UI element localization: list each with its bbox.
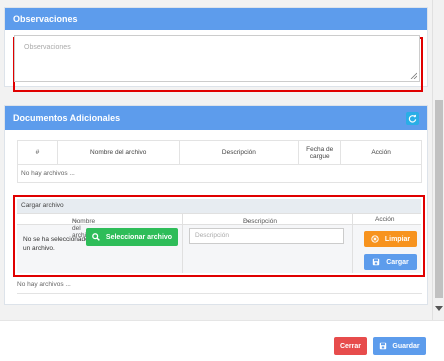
upload-column-headers: Nombre del archivo ◠ Descripción ◠ Acció… <box>17 213 421 239</box>
clear-icon <box>371 235 379 243</box>
modal-content: Observaciones Observaciones Documentos A… <box>0 0 432 320</box>
clear-button[interactable]: Limpiar <box>364 231 417 247</box>
table-row: No hay archivos ... <box>17 164 422 183</box>
documentos-header: Documentos Adicionales <box>5 106 427 130</box>
vertical-scrollbar[interactable] <box>432 0 444 320</box>
col-descripcion: Descripción <box>178 140 300 165</box>
save-label: Guardar <box>392 342 420 350</box>
observaciones-textarea[interactable]: Observaciones <box>14 35 420 82</box>
observaciones-placeholder: Observaciones <box>24 44 71 51</box>
col-accion: Acción <box>340 140 422 165</box>
column-divider <box>352 213 353 273</box>
save-button[interactable]: Guardar <box>373 337 426 355</box>
sort-icon: ◠ <box>243 219 249 226</box>
empty-table-text: No hay archivos ... <box>17 164 422 183</box>
documentos-card: Documentos Adicionales # Nombre del arch… <box>4 105 428 305</box>
upload-col-action: Acción <box>375 216 395 223</box>
search-icon <box>92 233 100 241</box>
empty-uploads-text: No hay archivos ... <box>17 281 71 288</box>
documentos-title: Documentos Adicionales <box>13 113 121 123</box>
refresh-icon[interactable] <box>406 111 419 125</box>
save-icon <box>380 342 387 350</box>
upload-section: Cargar archivo Nombre del archivo ◠ Desc… <box>17 199 421 273</box>
upload-title: Cargar archivo <box>17 199 421 213</box>
col-fecha: Fecha de cargue <box>298 140 342 165</box>
scroll-down-arrow-icon[interactable] <box>435 306 443 311</box>
divider <box>17 293 422 294</box>
col-nombre: Nombre del archivo <box>56 140 180 165</box>
select-file-label: Seleccionar archivo <box>105 233 173 241</box>
upload-section-highlight: Cargar archivo Nombre del archivo ◠ Desc… <box>13 195 425 277</box>
scrollbar-thumb[interactable] <box>435 100 443 298</box>
documents-table: # Nombre del archivo Descripción Fecha d… <box>17 140 422 183</box>
observaciones-card: Observaciones Observaciones <box>4 7 428 92</box>
load-button[interactable]: Cargar <box>364 254 417 270</box>
clear-label: Limpiar <box>384 235 411 243</box>
select-file-button[interactable]: Seleccionar archivo <box>86 228 178 246</box>
save-icon <box>373 258 380 266</box>
column-divider <box>182 213 183 273</box>
table-header-row: # Nombre del archivo Descripción Fecha d… <box>17 140 422 165</box>
no-file-selected-text: No se ha seleccionado un archivo. <box>23 236 89 252</box>
observaciones-title: Observaciones <box>13 14 78 24</box>
observaciones-header: Observaciones <box>5 8 427 30</box>
load-label: Cargar <box>386 258 409 266</box>
sort-icon: ◠ <box>72 219 78 226</box>
col-number: # <box>17 140 58 165</box>
resize-grip-icon[interactable] <box>410 72 417 79</box>
close-button[interactable]: Cerrar <box>334 337 367 355</box>
description-input[interactable]: Descripción <box>189 228 344 244</box>
